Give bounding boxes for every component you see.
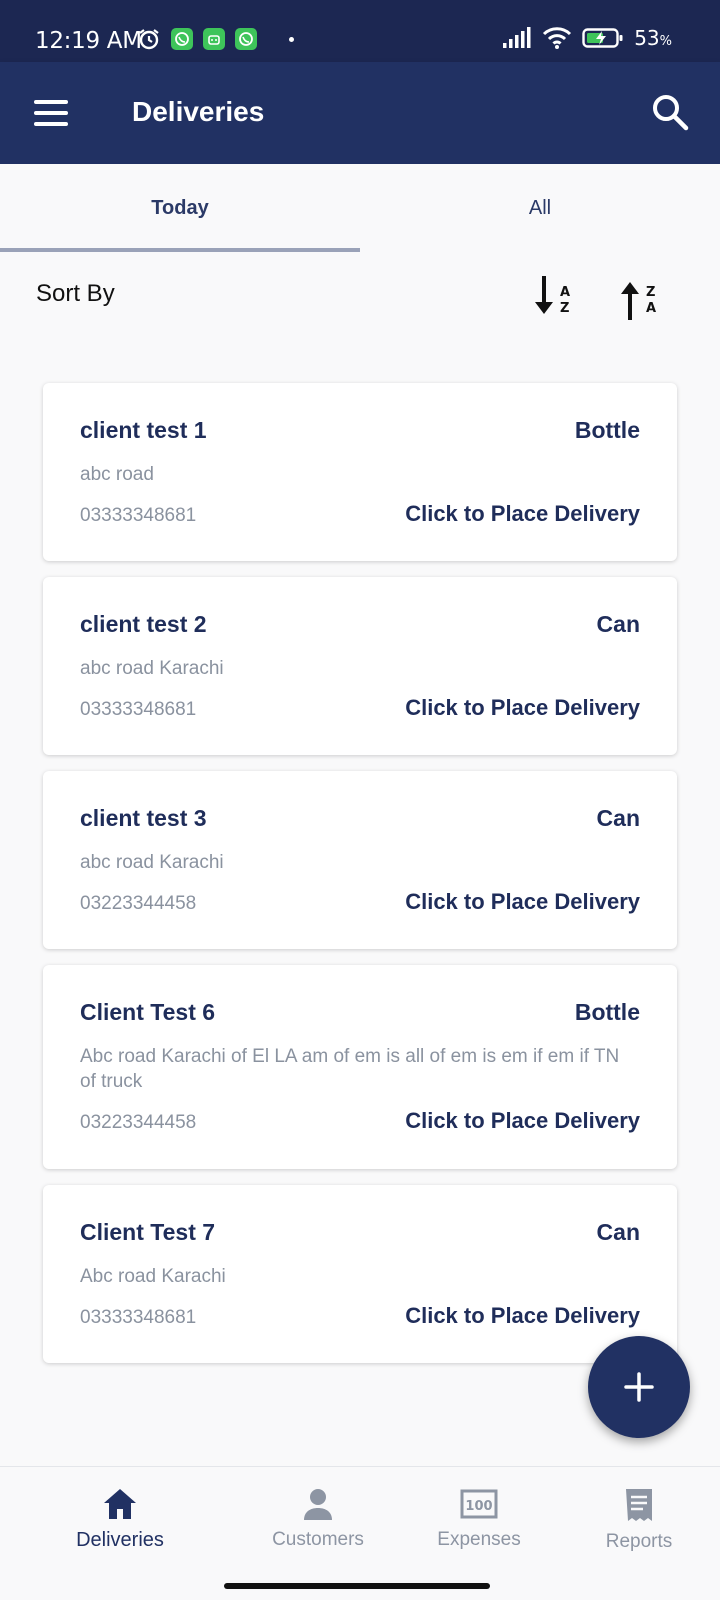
tab-all-label: All xyxy=(528,196,552,219)
nav-deliveries-label: Deliveries xyxy=(76,1529,164,1551)
wifi-icon xyxy=(543,27,572,49)
search-icon[interactable] xyxy=(650,92,690,132)
delivery-card[interactable]: client test 3 Can abc road Karachi 03223… xyxy=(43,771,677,949)
app-bar: Deliveries xyxy=(0,62,720,164)
tab-bar: Today All xyxy=(0,164,720,252)
svg-text:100: 100 xyxy=(465,1499,492,1514)
place-delivery-link[interactable]: Click to Place Delivery xyxy=(405,1303,640,1329)
place-delivery-link[interactable]: Click to Place Delivery xyxy=(405,501,640,527)
sort-label: Sort By xyxy=(36,280,115,307)
client-address: Abc road Karachi xyxy=(80,1266,226,1287)
status-bar: 12:19 AM 53% xyxy=(0,0,720,62)
status-time: 12:19 AM xyxy=(35,28,142,54)
client-phone: 03333348681 xyxy=(80,505,197,526)
sort-a-z-icon[interactable]: A Z xyxy=(530,272,582,324)
product-type: Can xyxy=(596,611,640,637)
delivery-card[interactable]: client test 1 Bottle abc road 0333334868… xyxy=(43,383,677,561)
home-icon xyxy=(104,1489,136,1519)
svg-text:A: A xyxy=(646,301,656,316)
place-delivery-link[interactable]: Click to Place Delivery xyxy=(405,889,640,915)
client-name: client test 2 xyxy=(80,611,207,637)
tab-today-label: Today xyxy=(151,196,209,219)
more-notifications-dot xyxy=(289,36,294,42)
notification-icons xyxy=(137,27,294,51)
tab-all[interactable]: All xyxy=(360,164,720,252)
product-type: Bottle xyxy=(574,999,640,1025)
svg-text:A: A xyxy=(560,285,570,300)
alarm-icon xyxy=(139,29,159,50)
delivery-card[interactable]: Client Test 6 Bottle Abc road Karachi of… xyxy=(43,965,677,1169)
client-name: client test 1 xyxy=(80,417,207,443)
client-address: abc road Karachi xyxy=(80,852,224,873)
signal-icon xyxy=(503,27,531,48)
client-phone: 03333348681 xyxy=(80,1307,197,1328)
svg-text:Z: Z xyxy=(560,301,569,316)
client-name: Client Test 7 xyxy=(80,1219,216,1245)
product-type: Can xyxy=(596,805,640,831)
delivery-card[interactable]: client test 2 Can abc road Karachi 03333… xyxy=(43,577,677,755)
nav-reports[interactable]: Reports xyxy=(549,1467,720,1571)
whatsapp-icon xyxy=(171,28,193,50)
client-name: client test 3 xyxy=(80,805,207,831)
whatsapp-icon xyxy=(235,28,257,50)
tab-today[interactable]: Today xyxy=(0,164,360,252)
page-title: Deliveries xyxy=(132,96,265,127)
product-type: Bottle xyxy=(574,417,640,443)
nav-customers-label: Customers xyxy=(272,1529,364,1550)
place-delivery-link[interactable]: Click to Place Delivery xyxy=(405,695,640,721)
nav-reports-label: Reports xyxy=(605,1531,673,1552)
banknote-icon: 100 xyxy=(460,1489,498,1519)
client-address: abc road Karachi xyxy=(80,658,224,679)
product-type: Can xyxy=(596,1219,640,1245)
nav-deliveries[interactable]: Deliveries xyxy=(30,1467,210,1571)
receipt-icon xyxy=(626,1489,652,1521)
client-phone: 03223344458 xyxy=(80,1112,197,1133)
client-phone: 03223344458 xyxy=(80,893,197,914)
bottom-navigation: Deliveries Customers 100 Expenses Report… xyxy=(0,1466,720,1570)
nav-customers[interactable]: Customers xyxy=(228,1467,408,1571)
delivery-list: client test 1 Bottle abc road 0333334868… xyxy=(43,383,677,1379)
client-address: Abc road Karachi of El LA am of em is al… xyxy=(80,1046,620,1092)
client-phone: 03333348681 xyxy=(80,699,197,720)
add-delivery-button[interactable] xyxy=(588,1336,690,1438)
place-delivery-link[interactable]: Click to Place Delivery xyxy=(405,1108,640,1134)
person-icon xyxy=(304,1489,332,1520)
plus-icon xyxy=(624,1372,654,1402)
gesture-handle xyxy=(224,1583,490,1589)
delivery-card[interactable]: Client Test 7 Can Abc road Karachi 03333… xyxy=(43,1185,677,1363)
system-icons: 53% xyxy=(502,26,672,50)
client-name: Client Test 6 xyxy=(80,999,216,1025)
client-address: abc road xyxy=(80,464,154,485)
svg-text:Z: Z xyxy=(646,285,655,300)
android-icon xyxy=(203,28,225,50)
sort-z-a-icon[interactable]: Z A xyxy=(616,272,668,324)
battery-charging-icon xyxy=(582,28,623,48)
battery-percent: 53% xyxy=(634,26,672,50)
nav-expenses-label: Expenses xyxy=(437,1529,521,1550)
sort-row: Sort By A Z Z A xyxy=(0,252,720,342)
hamburger-menu-icon[interactable] xyxy=(34,100,68,126)
nav-expenses[interactable]: 100 Expenses xyxy=(389,1467,569,1571)
